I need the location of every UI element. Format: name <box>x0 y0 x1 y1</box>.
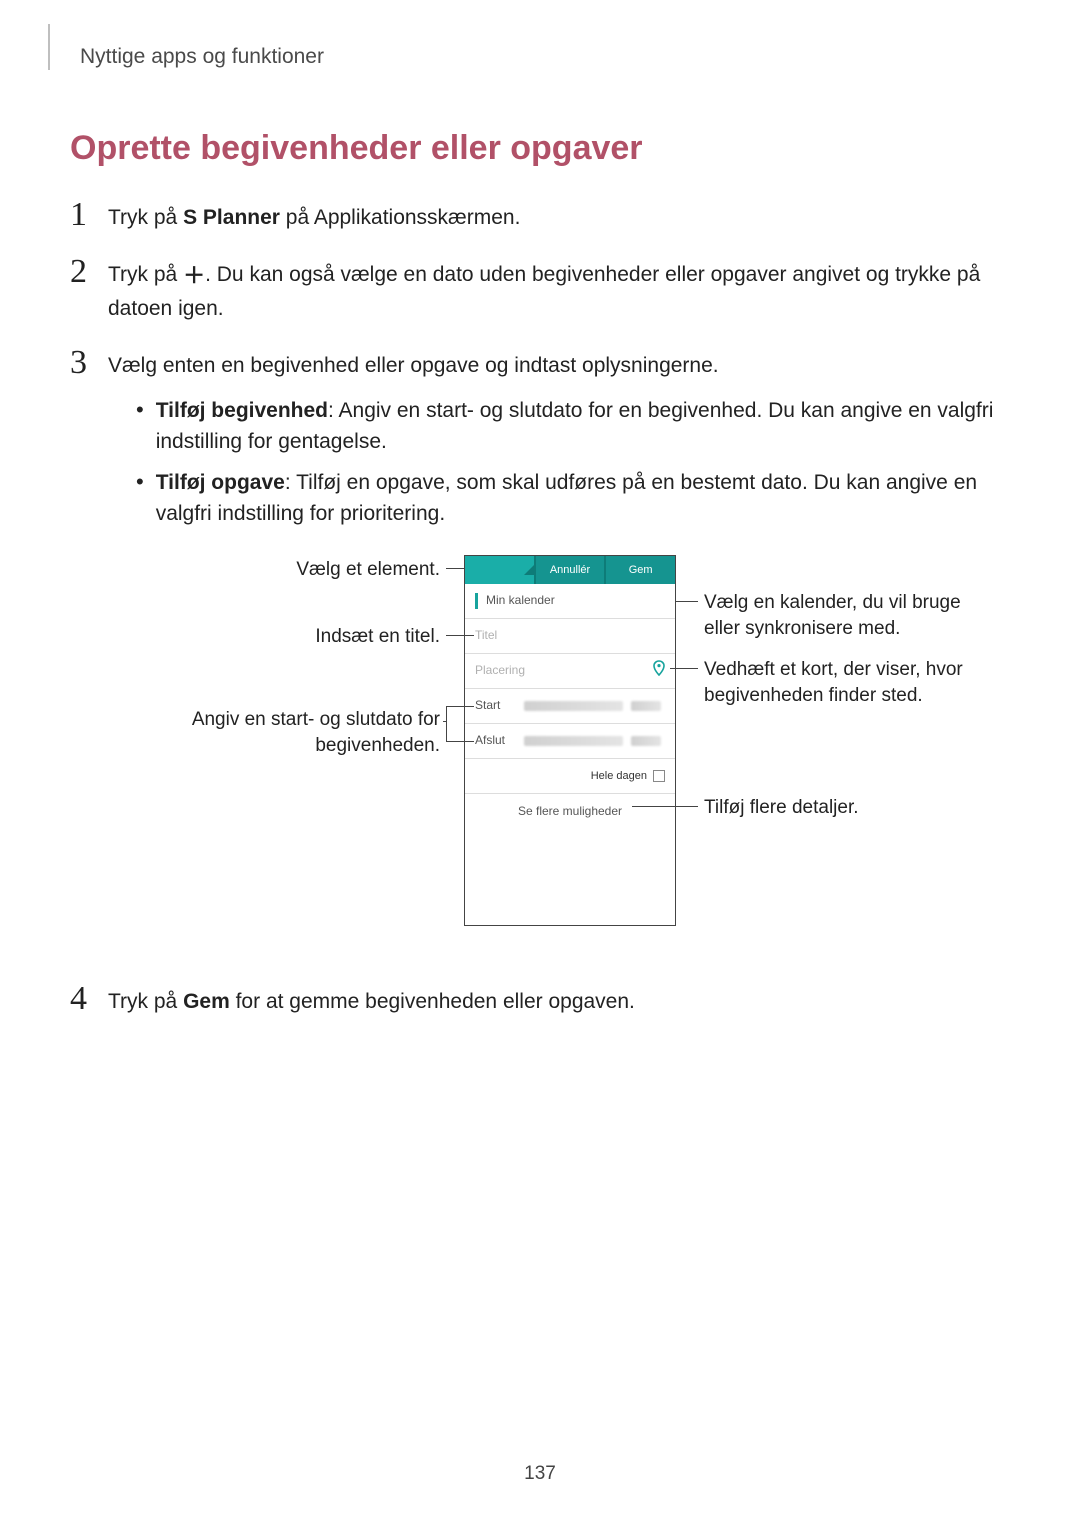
step-2: 2 Tryk på ＋. Du kan også vælge en dato u… <box>70 255 1010 324</box>
more-options-button[interactable]: Se flere muligheder <box>465 794 675 829</box>
plus-icon: ＋ <box>183 260 205 293</box>
step-4: 4 Tryk på Gem for at gemme begivenheden … <box>70 982 1010 1017</box>
bullet: • Tilføj begivenhed: Angiv en start- og … <box>136 395 1010 457</box>
phone-mock: Annullér Gem Min kalender Titel Placerin… <box>464 555 676 926</box>
page-number: 137 <box>0 1463 1080 1485</box>
allday-toggle[interactable]: Hele dagen <box>465 759 675 794</box>
step-num: 2 <box>70 255 104 289</box>
callout-element: Vælg et element. <box>150 557 440 583</box>
callout-more: Tilføj flere detaljer. <box>704 795 1004 821</box>
step-num: 3 <box>70 346 104 380</box>
step-num: 4 <box>70 982 104 1016</box>
tab-row: Annullér Gem <box>465 556 675 584</box>
callout-dates: Angiv en start- og slutdato for begivenh… <box>150 707 440 758</box>
start-row[interactable]: Start <box>465 689 675 724</box>
save-button[interactable]: Gem <box>606 556 675 584</box>
step-num: 1 <box>70 198 104 232</box>
callout-map: Vedhæft et kort, der viser, hvor begiven… <box>704 657 1034 708</box>
bullet: • Tilføj opgave: Tilføj en opgave, som s… <box>136 467 1010 529</box>
breadcrumb: Nyttige apps og funktioner <box>80 45 1010 69</box>
section-heading: Oprette begivenheder eller opgaver <box>70 129 1010 168</box>
callout-title: Indsæt en titel. <box>150 624 440 650</box>
location-pin-icon[interactable] <box>653 660 665 682</box>
annotated-screenshot: Annullér Gem Min kalender Titel Placerin… <box>108 555 1010 930</box>
end-row[interactable]: Afslut <box>465 724 675 759</box>
callout-calendar: Vælg en kalender, du vil bruge eller syn… <box>704 590 1024 641</box>
title-input[interactable]: Titel <box>465 619 675 654</box>
calendar-row[interactable]: Min kalender <box>465 584 675 619</box>
cancel-button[interactable]: Annullér <box>536 556 605 584</box>
tab-event[interactable] <box>465 556 534 584</box>
location-input[interactable]: Placering <box>465 654 675 689</box>
step-3: 3 Vælg enten en begivenhed eller opgave … <box>70 346 1010 960</box>
step-1: 1 Tryk på S Planner på Applikationsskærm… <box>70 198 1010 233</box>
